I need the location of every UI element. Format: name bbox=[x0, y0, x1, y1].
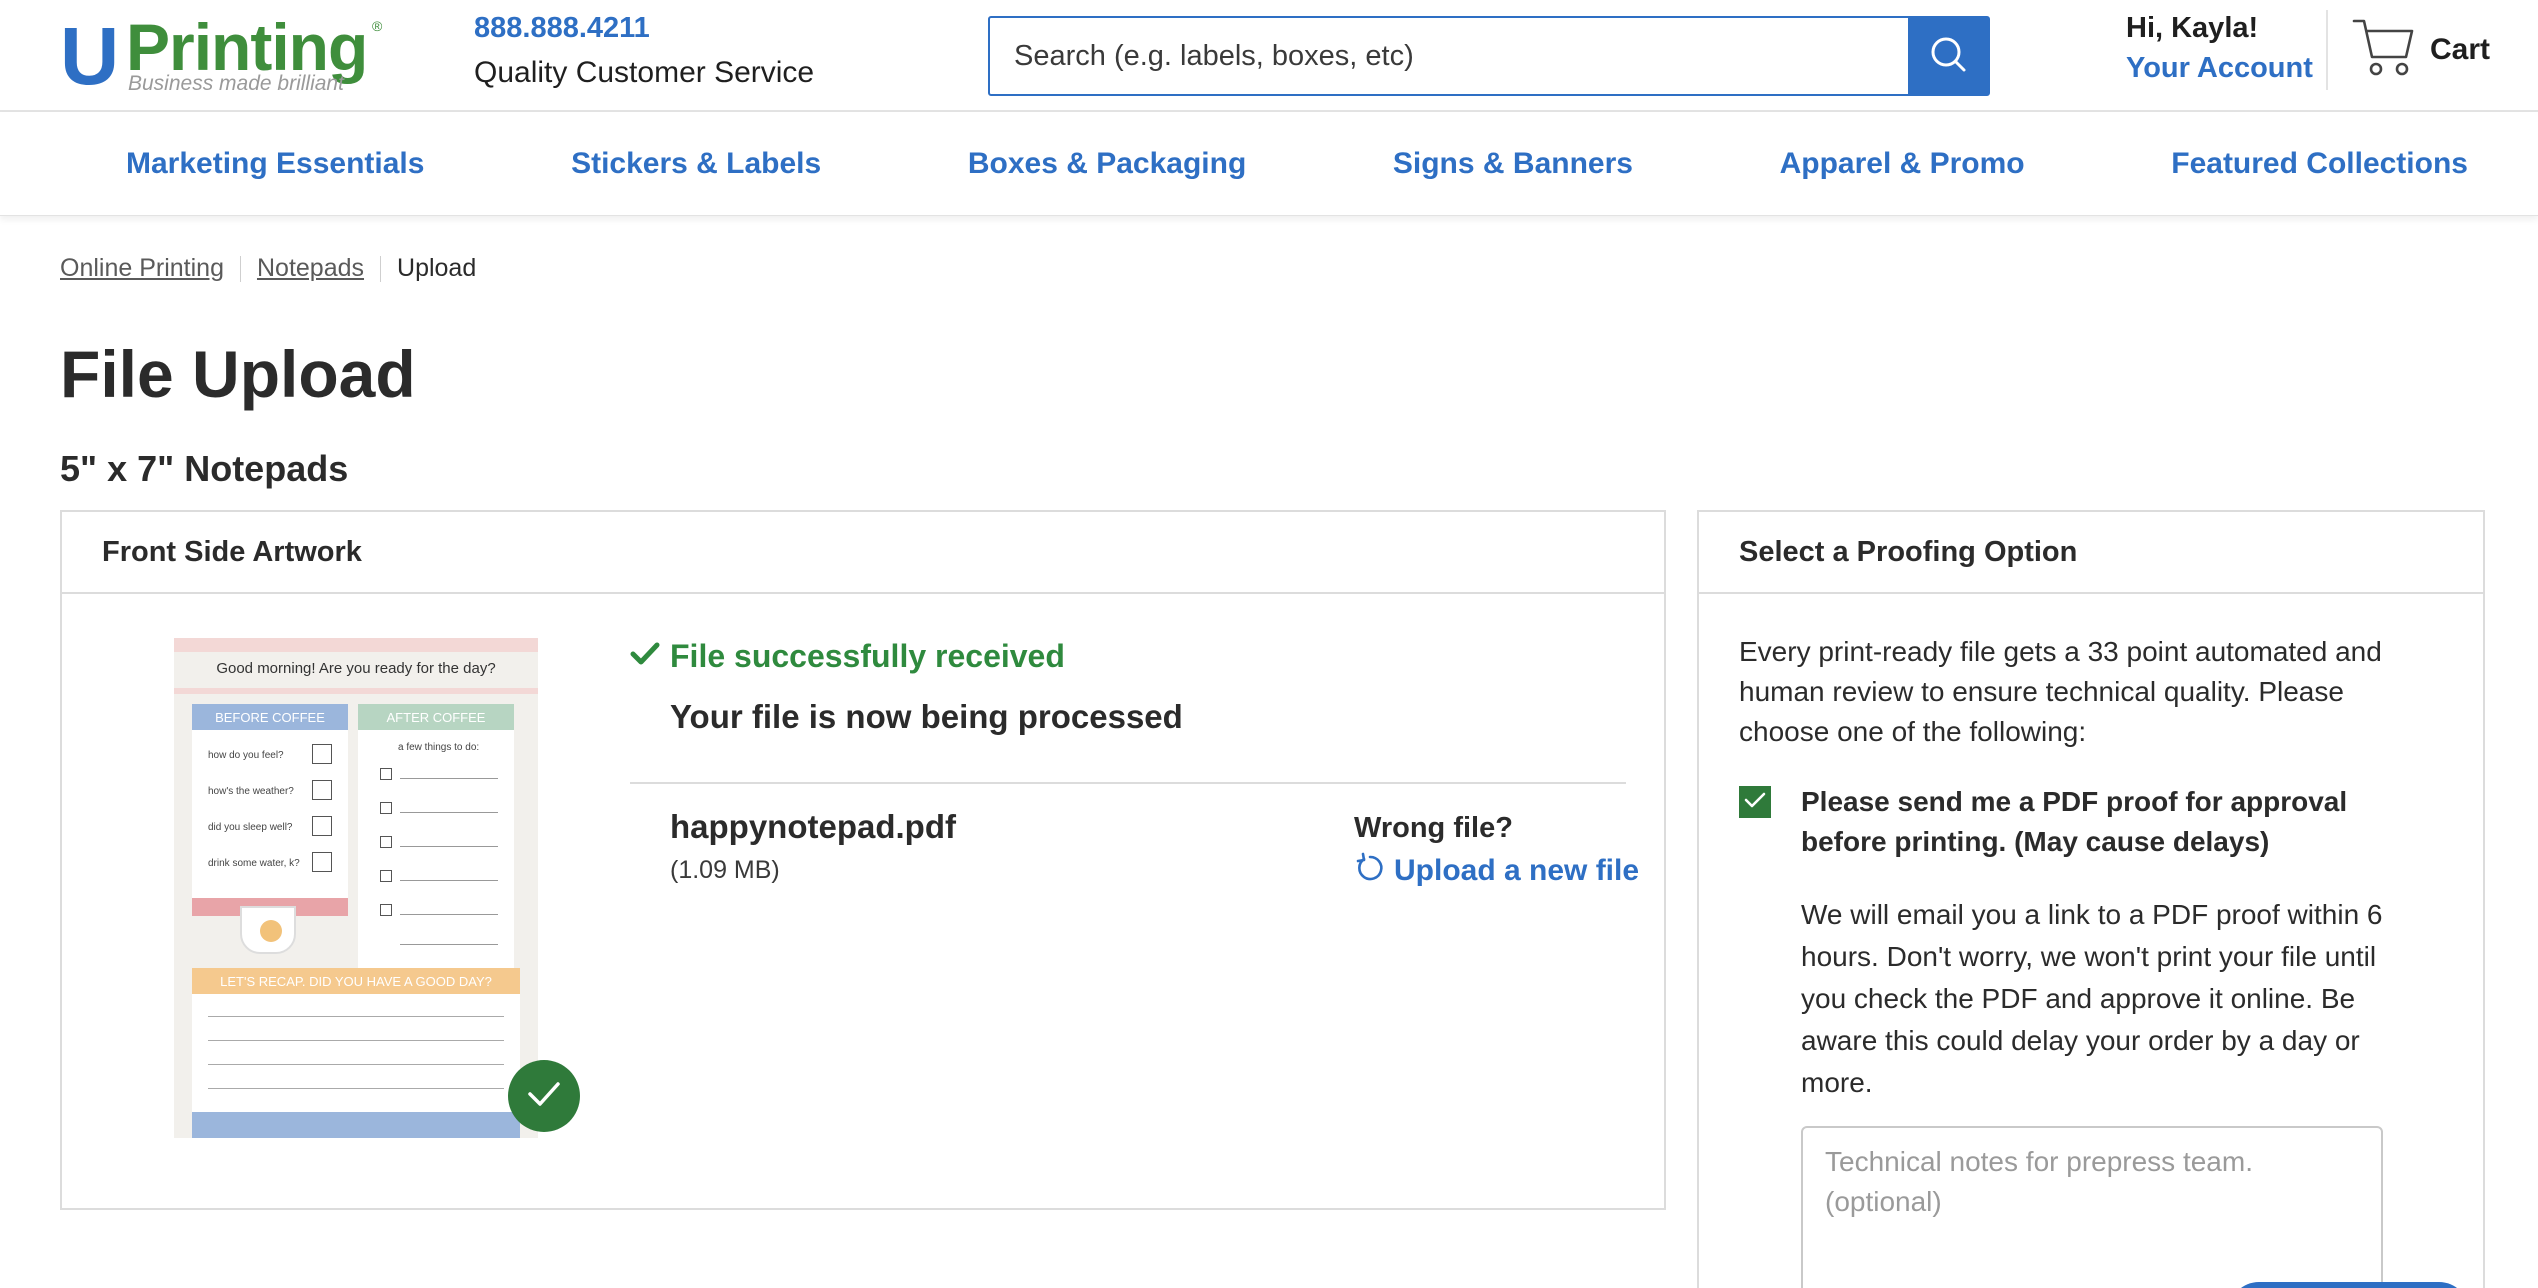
your-account-link[interactable]: Your Account bbox=[2126, 52, 2313, 85]
cart-icon bbox=[2352, 17, 2416, 84]
header-divider bbox=[2326, 10, 2328, 90]
coffee-cup-illustration bbox=[240, 906, 296, 954]
proofing-intro: Every print-ready file gets a 33 point a… bbox=[1739, 636, 2382, 747]
proofing-panel: Select a Proofing Option Every print-rea… bbox=[1697, 510, 2485, 1288]
thumbnail-recap: LET'S RECAP. DID YOU HAVE A GOOD DAY? bbox=[192, 968, 520, 994]
front-artwork-panel: Front Side Artwork Good morning! Are you… bbox=[60, 510, 1666, 1210]
checkmark-icon bbox=[526, 1079, 562, 1114]
upload-status: File successfully received bbox=[630, 638, 1065, 675]
logo-letter: U bbox=[60, 11, 120, 102]
breadcrumb-separator bbox=[380, 255, 382, 282]
nav-featured-collections[interactable]: Featured Collections bbox=[2171, 147, 2468, 181]
processing-message: Your file is now being processed bbox=[670, 698, 1183, 735]
page-title: File Upload bbox=[60, 337, 416, 411]
proofing-heading: Select a Proofing Option bbox=[1699, 512, 2483, 594]
logo-tagline: Business made brilliant bbox=[128, 72, 344, 95]
checkmark-icon bbox=[630, 641, 660, 672]
main-navigation: Marketing Essentials Stickers & Labels B… bbox=[0, 112, 2538, 216]
phone-number[interactable]: 888.888.4211 bbox=[474, 12, 650, 45]
breadcrumb-current: Upload bbox=[397, 254, 477, 282]
search-input[interactable] bbox=[990, 18, 1910, 94]
search-icon bbox=[1928, 34, 1968, 79]
breadcrumb-notepads[interactable]: Notepads bbox=[257, 254, 364, 283]
cart-label: Cart bbox=[2430, 33, 2491, 66]
file-divider bbox=[630, 782, 1626, 784]
logo-registered-mark: ® bbox=[372, 18, 383, 34]
nav-boxes-packaging[interactable]: Boxes & Packaging bbox=[968, 147, 1246, 181]
user-greeting: Hi, Kayla! bbox=[2126, 12, 2259, 44]
nav-apparel-promo[interactable]: Apparel & Promo bbox=[1780, 147, 2025, 181]
pdf-proof-description: We will email you a link to a PDF proof … bbox=[1801, 899, 2383, 1098]
thumbnail-after-coffee: AFTER COFFEE a few things to do: bbox=[358, 704, 514, 986]
thumbnail-before-coffee: BEFORE COFFEE how do you feel? how's the… bbox=[192, 704, 348, 916]
prepress-notes-field[interactable] bbox=[1801, 1126, 2383, 1288]
search-button[interactable] bbox=[1908, 18, 1988, 94]
front-artwork-heading: Front Side Artwork bbox=[62, 512, 1664, 594]
breadcrumb-separator bbox=[239, 255, 241, 282]
nav-stickers-labels[interactable]: Stickers & Labels bbox=[571, 147, 821, 181]
wrong-file-label: Wrong file? bbox=[1354, 812, 1513, 844]
customer-service-label: Quality Customer Service bbox=[474, 56, 815, 89]
site-header: U Printing ® Business made brilliant 888… bbox=[0, 0, 2538, 112]
nav-marketing-essentials[interactable]: Marketing Essentials bbox=[126, 147, 424, 181]
continue-button[interactable] bbox=[2229, 1282, 2469, 1288]
upload-complete-badge bbox=[508, 1060, 580, 1132]
cart-button[interactable]: Cart bbox=[2352, 16, 2490, 84]
logo-wordmark: Printing bbox=[126, 10, 368, 84]
upload-new-file-label: Upload a new file bbox=[1394, 853, 1640, 887]
thumbnail-title: Good morning! Are you ready for the day? bbox=[216, 660, 496, 677]
artwork-thumbnail[interactable]: Good morning! Are you ready for the day?… bbox=[174, 638, 538, 1138]
pdf-proof-option-label[interactable]: Please send me a PDF proof for approval … bbox=[1801, 782, 2401, 862]
refresh-icon bbox=[1354, 852, 1386, 889]
nav-signs-banners[interactable]: Signs & Banners bbox=[1393, 147, 1633, 181]
breadcrumb-online-printing[interactable]: Online Printing bbox=[60, 254, 224, 283]
upload-new-file-link[interactable]: Upload a new file bbox=[1354, 852, 1639, 889]
checkbox-check-icon bbox=[1744, 791, 1766, 814]
breadcrumb: Online Printing Notepads Upload bbox=[60, 254, 476, 283]
product-name: 5" x 7" Notepads bbox=[60, 448, 349, 489]
file-size: (1.09 MB) bbox=[670, 856, 780, 884]
pdf-proof-checkbox[interactable] bbox=[1739, 786, 1771, 818]
search-bar bbox=[988, 16, 1990, 96]
uprinting-logo[interactable]: U Printing ® Business made brilliant bbox=[60, 14, 400, 100]
upload-success-message: File successfully received bbox=[670, 638, 1065, 674]
file-name: happynotepad.pdf bbox=[670, 808, 956, 845]
